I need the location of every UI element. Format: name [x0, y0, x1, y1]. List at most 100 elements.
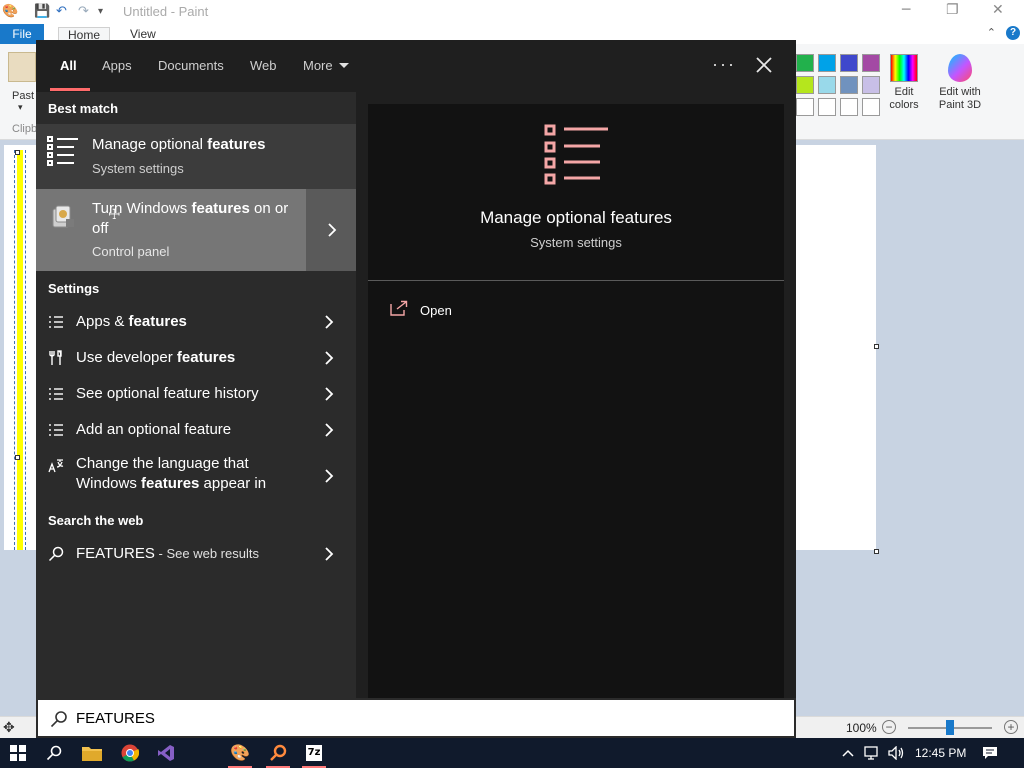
search-app-icon[interactable]: [260, 738, 296, 768]
selection-handle[interactable]: [15, 150, 20, 155]
color-swatch[interactable]: [840, 98, 858, 116]
save-icon[interactable]: 💾: [34, 4, 50, 19]
tab-documents[interactable]: Documents: [158, 58, 224, 73]
tab-more-label: More: [303, 58, 333, 73]
search-icon[interactable]: [36, 738, 72, 768]
clock[interactable]: 12:45 PM: [915, 738, 966, 768]
edit-colors-button[interactable]: Edit colors: [882, 54, 926, 112]
redo-icon[interactable]: ↷: [78, 4, 89, 19]
chevron-right-icon[interactable]: [324, 469, 334, 483]
results-list: Best match Manage optional features Syst…: [36, 92, 356, 698]
tab-apps[interactable]: Apps: [102, 58, 132, 73]
settings-item-change-language[interactable]: Change the language that Windows feature…: [36, 448, 356, 504]
manage-features-icon: [47, 136, 78, 166]
seven-zip-icon[interactable]: 7z: [296, 738, 332, 768]
close-icon[interactable]: [754, 52, 774, 76]
show-hidden-icons-icon[interactable]: [842, 738, 854, 768]
paste-dropdown-icon[interactable]: ▾: [18, 102, 23, 113]
paint-titlebar: 🎨 💾 ↶ ↷ ▾ Untitled - Paint ─ ❐ ✕: [0, 0, 1024, 24]
search-flyout: All Apps Documents Web More ··· Best mat…: [36, 40, 796, 698]
canvas-resize-handle[interactable]: [874, 344, 879, 349]
turn-windows-features-main[interactable]: Turn Windows features on or off Control …: [36, 189, 306, 271]
chevron-right-icon[interactable]: [324, 351, 334, 365]
web-search-result[interactable]: FEATURES - See web results: [36, 536, 356, 572]
color-swatch[interactable]: [796, 76, 814, 94]
help-icon[interactable]: ?: [1006, 26, 1020, 40]
color-swatch[interactable]: [796, 98, 814, 116]
color-swatch[interactable]: [862, 98, 880, 116]
file-explorer-icon[interactable]: [74, 738, 110, 768]
collapse-ribbon-icon[interactable]: ⌃: [987, 26, 996, 39]
action-center-icon[interactable]: [982, 738, 998, 768]
label-highlight: features: [141, 475, 200, 492]
visual-studio-icon[interactable]: [148, 738, 184, 768]
chevron-right-icon[interactable]: [324, 547, 334, 561]
active-tab-indicator: [50, 88, 90, 91]
color-swatch[interactable]: [818, 76, 836, 94]
network-icon[interactable]: [864, 738, 882, 768]
settings-item-label: See optional feature history: [76, 385, 259, 402]
edit-with-paint3d-button[interactable]: Edit with Paint 3D: [934, 54, 986, 112]
paint-icon[interactable]: 🎨: [222, 738, 258, 768]
best-match-result[interactable]: Manage optional features System settings: [36, 124, 356, 189]
seven-zip-glyph: 7z: [306, 745, 322, 761]
web-result-label: FEATURES - See web results: [76, 545, 259, 562]
chevron-right-icon[interactable]: [324, 387, 334, 401]
search-box[interactable]: [36, 698, 796, 738]
zoom-slider-thumb[interactable]: [946, 720, 954, 735]
settings-item-feature-history[interactable]: See optional feature history: [36, 376, 356, 412]
paste-label[interactable]: Past: [12, 90, 34, 102]
close-window-button[interactable]: ✕: [992, 2, 1004, 18]
paint-palette-glyph: 🎨: [230, 745, 250, 762]
zoom-in-button[interactable]: +: [1004, 720, 1018, 734]
view-tab[interactable]: View: [130, 27, 156, 41]
canvas-resize-handle[interactable]: [874, 549, 879, 554]
color-swatch[interactable]: [796, 54, 814, 72]
selection-marquee: [14, 150, 26, 550]
color-swatch[interactable]: [840, 54, 858, 72]
start-icon[interactable]: [0, 738, 36, 768]
color-swatch[interactable]: [818, 98, 836, 116]
chevron-right-icon[interactable]: [324, 315, 334, 329]
tab-web[interactable]: Web: [250, 58, 277, 73]
label-text: Apps &: [76, 313, 129, 330]
preview-subtitle: System settings: [530, 235, 622, 250]
chevron-right-icon[interactable]: [324, 423, 334, 437]
zoom-out-button[interactable]: −: [882, 720, 896, 734]
search-icon: [50, 711, 67, 728]
restore-button[interactable]: ❐: [946, 2, 959, 18]
list-icon: [49, 424, 63, 436]
color-swatch[interactable]: [862, 54, 880, 72]
result-preview-pane: Manage optional features System settings…: [368, 104, 784, 698]
selection-handle[interactable]: [15, 455, 20, 460]
color-swatch[interactable]: [840, 76, 858, 94]
best-match-title: Manage optional features: [92, 136, 265, 153]
open-action-button[interactable]: Open: [390, 300, 452, 324]
paste-icon[interactable]: [8, 52, 36, 82]
window-title: Untitled - Paint: [123, 4, 209, 19]
more-options-icon[interactable]: ···: [712, 54, 736, 75]
customize-quick-access-icon[interactable]: ▾: [98, 6, 103, 17]
undo-icon[interactable]: ↶: [56, 4, 67, 19]
paint-canvas[interactable]: [796, 145, 876, 550]
settings-item-apps-features[interactable]: Apps & features: [36, 304, 356, 340]
settings-heading: Settings: [48, 281, 100, 296]
settings-item-label: Change the language that Windows feature…: [76, 454, 266, 494]
cursor-position-icon: ✥: [3, 719, 15, 735]
tab-all[interactable]: All: [60, 58, 77, 73]
minimize-button[interactable]: ─: [902, 2, 910, 18]
label-highlight: features: [128, 313, 187, 330]
settings-item-add-optional-feature[interactable]: Add an optional feature: [36, 412, 356, 448]
settings-item-developer-features[interactable]: Use developer features: [36, 340, 356, 376]
volume-icon[interactable]: [888, 738, 904, 768]
result-turn-windows-features[interactable]: Turn Windows features on or off Control …: [36, 189, 356, 271]
search-input[interactable]: [76, 707, 776, 729]
label-highlight: features: [176, 349, 236, 366]
best-match-subtitle: System settings: [92, 161, 184, 176]
tab-more[interactable]: More: [303, 58, 349, 73]
language-icon: [48, 459, 64, 473]
color-swatch[interactable]: [818, 54, 836, 72]
chrome-icon[interactable]: [112, 738, 148, 768]
expand-result-button[interactable]: [307, 189, 356, 271]
color-swatch[interactable]: [862, 76, 880, 94]
